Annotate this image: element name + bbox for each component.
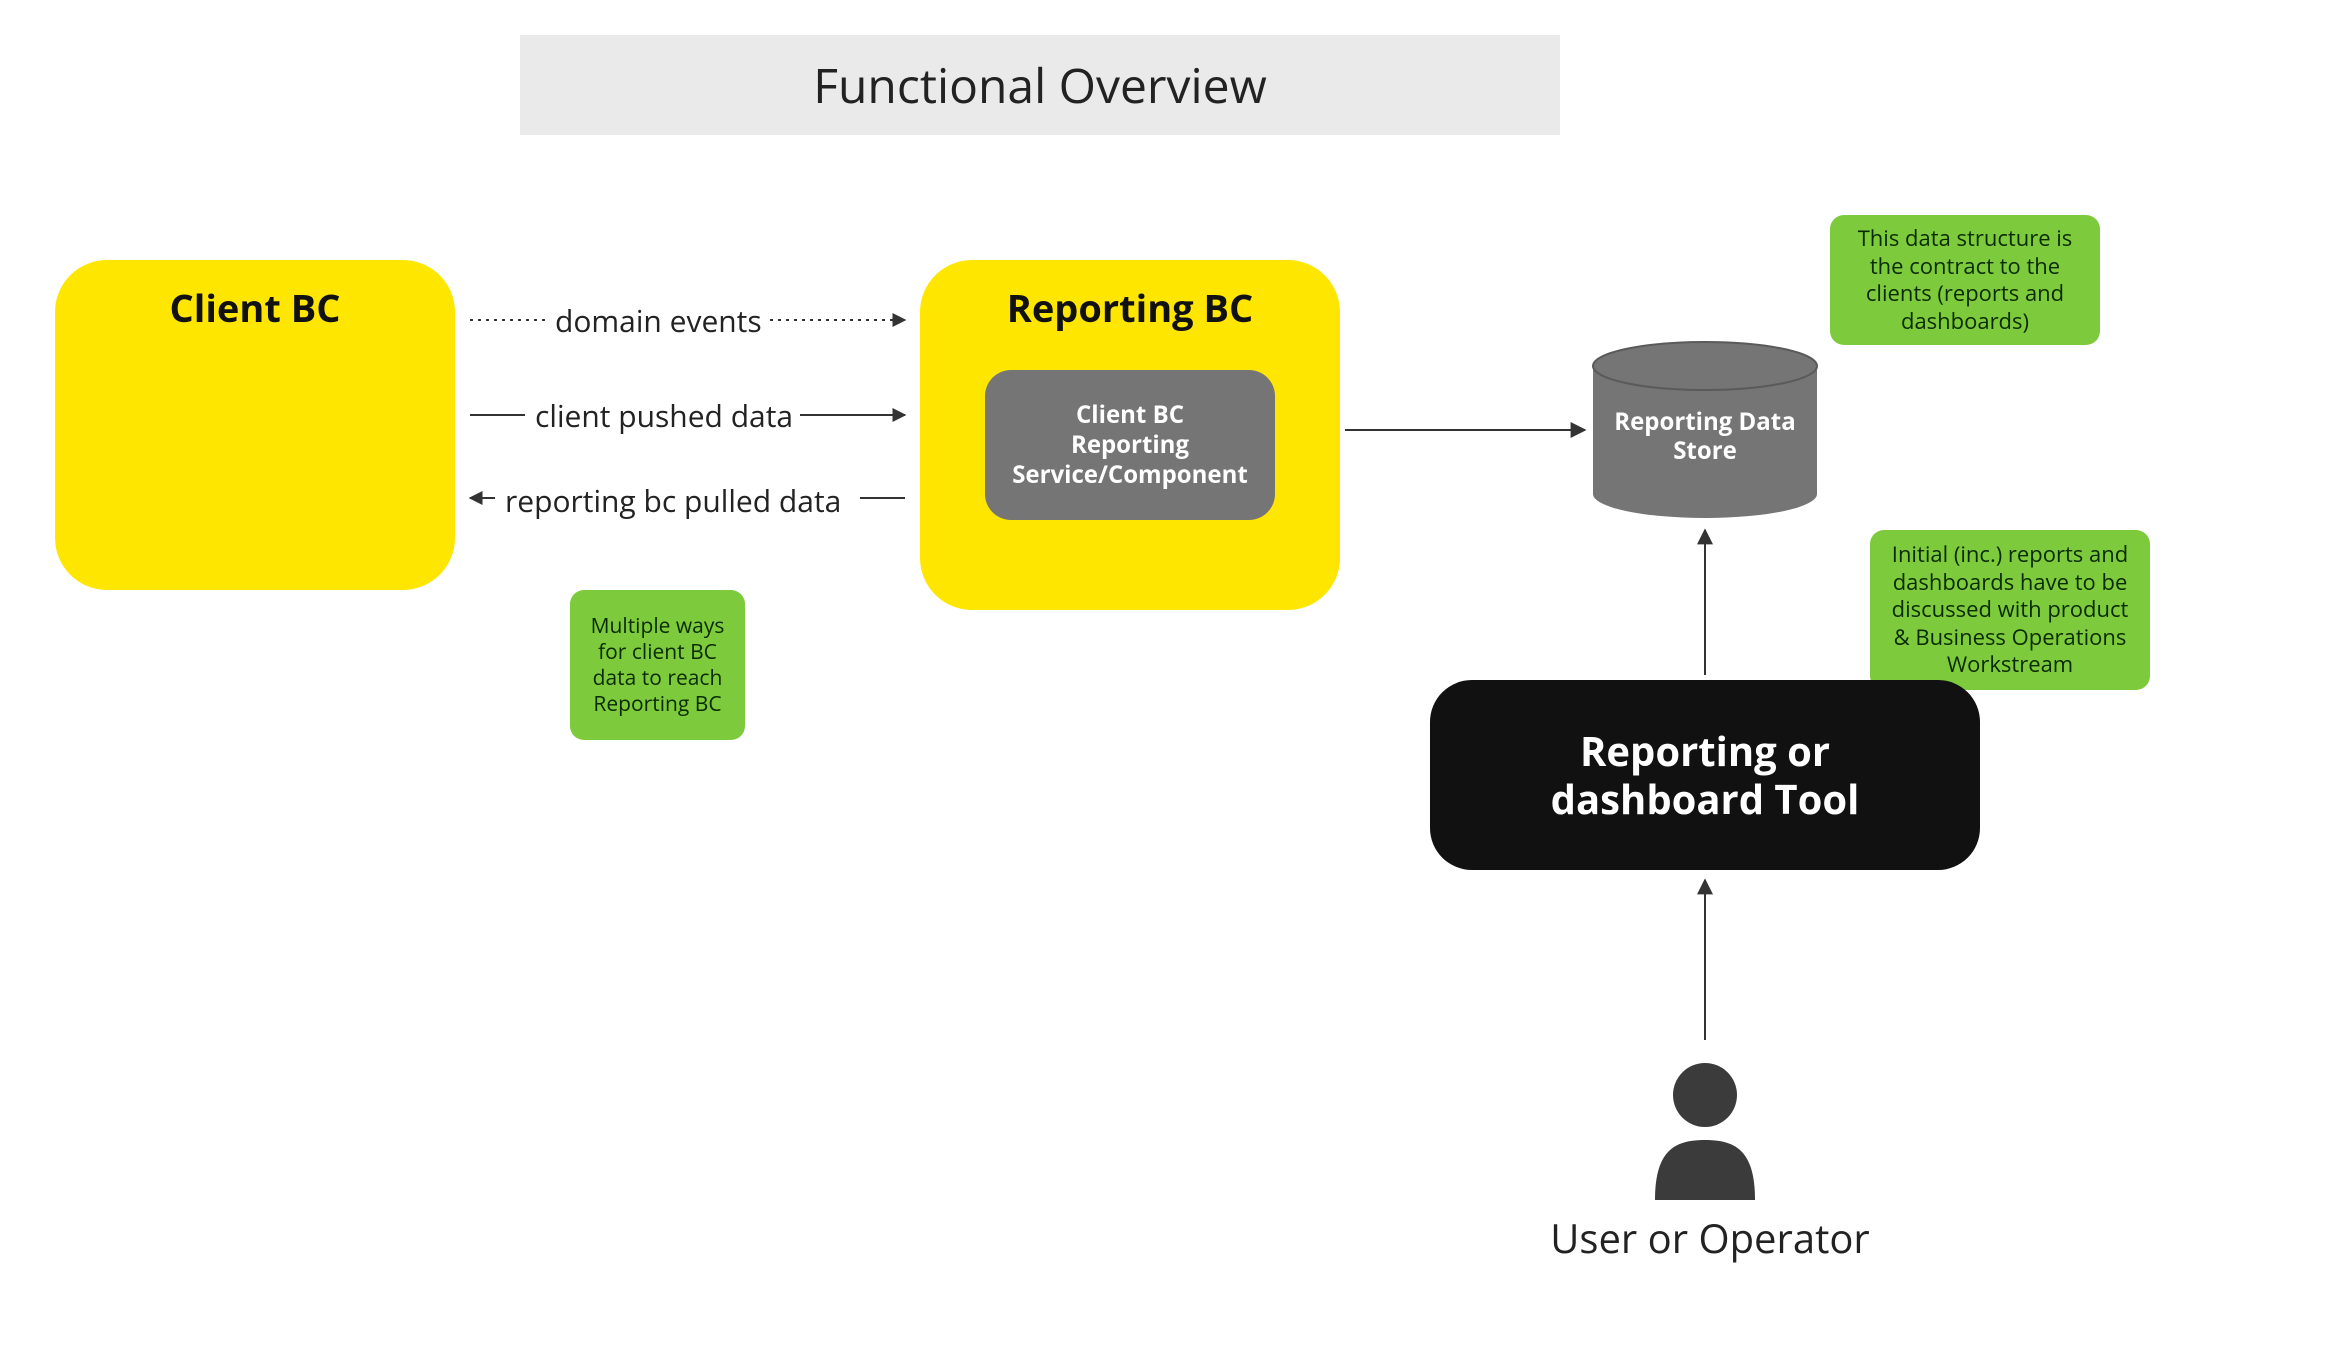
client-bc-box: Client BC — [55, 260, 455, 590]
title-bar: Functional Overview — [520, 35, 1560, 135]
note-contract: This data structure is the contract to t… — [1830, 215, 2100, 345]
note-initial-reports: Initial (inc.) reports and dashboards ha… — [1870, 530, 2150, 690]
client-bc-title: Client BC — [55, 282, 455, 334]
datastore-label: Reporting Data Store — [1590, 408, 1820, 466]
reporting-bc-title: Reporting BC — [920, 282, 1340, 334]
reporting-tool-box: Reporting or dashboard Tool — [1430, 680, 1980, 870]
title-text: Functional Overview — [813, 53, 1267, 118]
reporting-service-component: Client BC Reporting Service/Component — [985, 370, 1275, 520]
user-caption: User or Operator — [1540, 1210, 1880, 1265]
reporting-bc-box: Reporting BC Client BC Reporting Service… — [920, 260, 1340, 610]
reporting-data-store: Reporting Data Store — [1590, 340, 1820, 520]
user-icon — [1640, 1050, 1770, 1200]
note-multiple-ways: Multiple ways for client BC data to reac… — [570, 590, 745, 740]
edge-label-domain-events: domain events — [555, 300, 762, 341]
diagram-stage: Functional Overview Client BC Reporting … — [0, 0, 2342, 1347]
edge-label-pulled: reporting bc pulled data — [505, 480, 841, 521]
edge-label-client-pushed: client pushed data — [535, 395, 793, 436]
